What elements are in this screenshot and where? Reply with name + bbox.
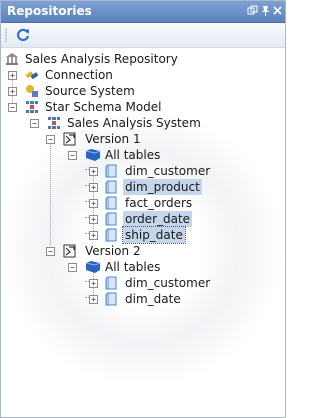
tree-item-label: dim_product [123, 179, 202, 195]
source-system-icon [25, 84, 39, 98]
connection-icon [25, 68, 39, 82]
repositories-panel: Repositories Sales Analysis Repository +… [0, 0, 286, 418]
repository-icon [5, 52, 19, 66]
tree-item-label: Connection [45, 68, 113, 82]
tree-item-label: Sales Analysis System [67, 116, 201, 130]
table-icon [105, 276, 119, 290]
table-folder-icon [85, 148, 101, 162]
expand-icon[interactable]: + [89, 167, 98, 176]
tree-root-label: Sales Analysis Repository [25, 52, 178, 66]
pin-icon[interactable] [260, 5, 271, 16]
refresh-icon[interactable] [14, 26, 32, 44]
tree-item-all-tables[interactable]: − All tables [1, 259, 285, 275]
expand-icon[interactable]: + [8, 71, 17, 80]
tree-item-all-tables[interactable]: − All tables [1, 147, 285, 163]
tree-item-label: order_date [123, 211, 193, 227]
tree-item-version-2[interactable]: − Version 2 [1, 243, 285, 259]
version-icon [63, 244, 77, 258]
toolbar-grip [5, 28, 7, 42]
restore-icon[interactable] [247, 5, 258, 16]
table-icon [105, 292, 119, 306]
panel-titlebar: Repositories [1, 1, 285, 23]
table-icon [105, 164, 119, 178]
expand-icon[interactable]: + [89, 295, 98, 304]
expand-icon[interactable]: + [89, 231, 98, 240]
tree-item-label: Source System [45, 84, 135, 98]
tree-item-label: All tables [105, 148, 161, 162]
collapse-icon[interactable]: − [68, 151, 77, 160]
expand-icon[interactable]: + [89, 199, 98, 208]
table-icon [105, 180, 119, 194]
tree-item-label: Star Schema Model [45, 100, 162, 114]
star-schema-icon [47, 116, 61, 130]
version-icon [63, 132, 77, 146]
expand-icon[interactable]: + [89, 215, 98, 224]
tree-item-label: dim_date [125, 292, 181, 306]
table-icon [105, 212, 119, 226]
table-icon [105, 196, 119, 210]
star-schema-icon [25, 100, 39, 114]
expand-icon[interactable]: + [89, 279, 98, 288]
panel-toolbar [1, 23, 285, 48]
table-node[interactable]: + ship_date [1, 226, 285, 244]
table-node[interactable]: + dim_product [1, 179, 285, 195]
tree-item-label: ship_date [122, 226, 186, 244]
tree-root[interactable]: Sales Analysis Repository [1, 51, 285, 67]
close-icon[interactable] [272, 5, 283, 16]
tree-item-label: Version 1 [85, 132, 141, 146]
expand-icon[interactable]: + [89, 183, 98, 192]
collapse-icon[interactable]: − [8, 103, 17, 112]
tree-item-source-system[interactable]: + Source System [1, 83, 285, 99]
tree-item-star-schema-model[interactable]: − Star Schema Model [1, 99, 285, 115]
table-node[interactable]: + dim_customer [1, 275, 285, 291]
tree-item-label: fact_orders [125, 196, 193, 210]
table-folder-icon [85, 260, 101, 274]
tree-item-label: dim_customer [125, 164, 211, 178]
table-node[interactable]: + order_date [1, 211, 285, 227]
collapse-icon[interactable]: − [46, 247, 55, 256]
tree-item-version-1[interactable]: − Version 1 [1, 131, 285, 147]
tree-item-label: All tables [105, 260, 161, 274]
collapse-icon[interactable]: − [68, 263, 77, 272]
tree-item-label: Version 2 [85, 244, 141, 258]
tree-item-connection[interactable]: + Connection [1, 67, 285, 83]
collapse-icon[interactable]: − [46, 135, 55, 144]
collapse-icon[interactable]: − [30, 119, 39, 128]
table-node[interactable]: + dim_customer [1, 163, 285, 179]
table-node[interactable]: + fact_orders [1, 195, 285, 211]
panel-title: Repositories [7, 4, 92, 18]
table-node[interactable]: + dim_date [1, 291, 285, 307]
repository-tree: Sales Analysis Repository + Connection +… [1, 48, 285, 417]
tree-item-label: dim_customer [125, 276, 211, 290]
tree-item-sales-analysis-system[interactable]: − Sales Analysis System [1, 115, 285, 131]
table-icon [105, 228, 119, 242]
expand-icon[interactable]: + [8, 87, 17, 96]
